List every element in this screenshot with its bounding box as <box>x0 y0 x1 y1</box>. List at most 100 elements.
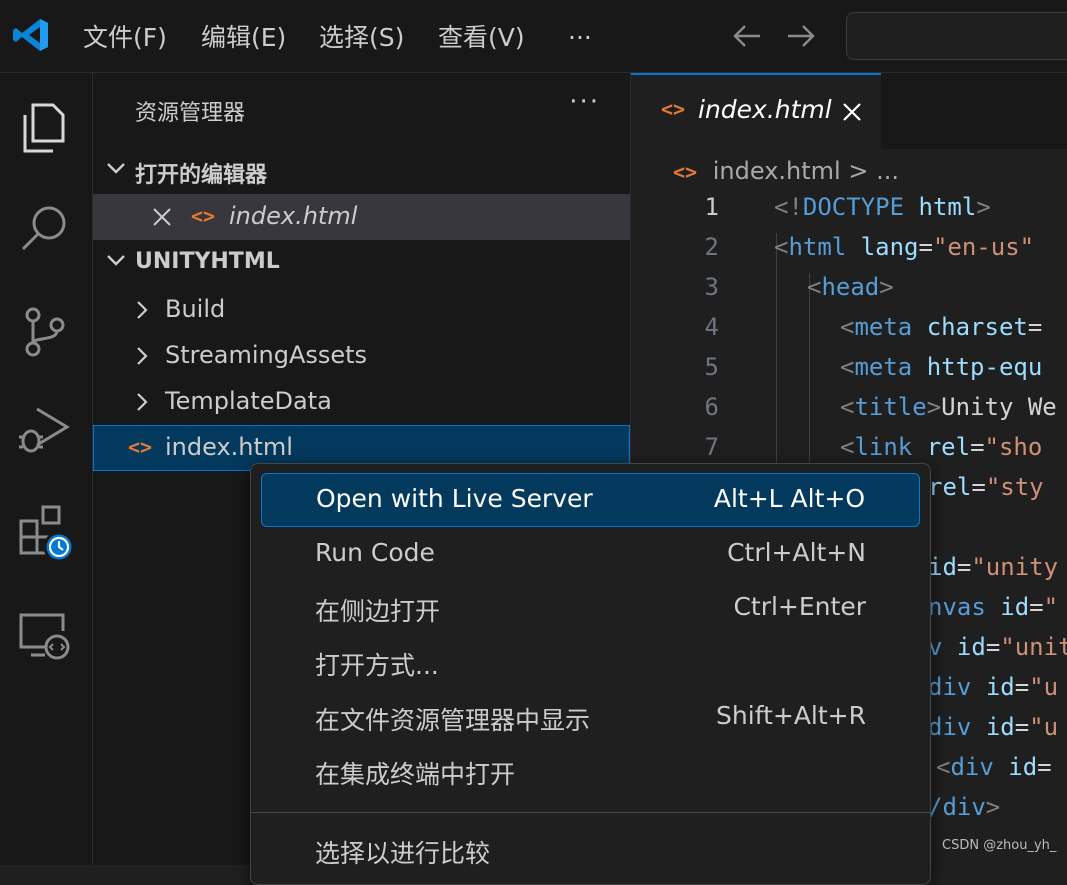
code-token: "sty <box>985 473 1044 501</box>
code-token: < <box>840 433 855 461</box>
code-line: nvas id=" <box>928 593 1058 621</box>
tree-item-templatedata[interactable]: TemplateData <box>93 379 630 425</box>
code-token: < <box>774 233 789 261</box>
tab-bar: <> index.html <box>631 73 1067 149</box>
menu-item-label: Run Code <box>315 538 435 567</box>
menu-item-shortcut: Ctrl+Enter <box>733 592 866 621</box>
workspace-header[interactable]: UNITYHTML <box>93 241 630 285</box>
tree-item-build[interactable]: Build <box>93 287 630 333</box>
code-token: div <box>928 673 972 701</box>
context-menu-item[interactable]: 在侧边打开 Ctrl+Enter <box>261 582 920 636</box>
code-token: > <box>976 193 991 221</box>
code-token: < <box>936 753 951 781</box>
breadcrumb-file[interactable]: index.html <box>713 157 841 185</box>
code-token: = <box>1027 313 1043 341</box>
arrow-right-icon[interactable] <box>786 24 816 48</box>
context-menu-item[interactable]: Run Code Ctrl+Alt+N <box>261 528 920 582</box>
code-line: <html lang="en-us" <box>774 233 1034 261</box>
chevron-down-icon <box>107 163 125 174</box>
activity-run-debug[interactable] <box>0 385 92 465</box>
line-number: 6 <box>704 393 719 421</box>
code-line: <head> <box>807 273 894 301</box>
code-token: = <box>971 473 986 501</box>
code-token: "unity <box>971 553 1059 581</box>
code-token: html <box>788 233 847 261</box>
context-menu-item[interactable]: 选择以进行比较 <box>261 824 920 878</box>
activity-source-control[interactable] <box>0 285 92 365</box>
tree-item-label: StreamingAssets <box>165 341 368 369</box>
context-menu-item[interactable]: 在集成终端中打开 <box>261 745 920 799</box>
code-token: div <box>928 713 972 741</box>
code-token: Unity We <box>941 393 1057 421</box>
menu-edit[interactable]: 编辑(E) <box>201 20 286 56</box>
tree-item-streamingassets[interactable]: StreamingAssets <box>93 333 630 379</box>
code-token: = <box>956 553 972 581</box>
close-icon[interactable] <box>841 101 863 123</box>
code-token: = <box>1014 673 1030 701</box>
code-token: > <box>985 793 1001 821</box>
html-file-icon: <> <box>673 160 698 184</box>
code-token: = <box>918 233 933 261</box>
line-number: 7 <box>704 433 719 461</box>
tab-label: index.html <box>698 95 832 124</box>
menu-file[interactable]: 文件(F) <box>83 20 167 56</box>
code-token: meta <box>854 353 913 381</box>
extensions-icon <box>19 505 75 563</box>
menu-more-icon[interactable]: ··· <box>568 20 592 56</box>
breadcrumb: <> index.html > ... <box>673 157 899 185</box>
indent-guide <box>809 273 810 473</box>
tree-item-label: TemplateData <box>165 387 332 415</box>
code-line: <link rel="sho <box>840 433 1042 461</box>
code-token: < <box>807 273 822 301</box>
watermark: CSDN @zhou_yh_ <box>942 838 1057 853</box>
code-token: nvas <box>928 593 986 621</box>
open-editor-label: index.html <box>229 202 358 230</box>
context-menu-item[interactable]: 打开方式... <box>261 636 920 690</box>
code-token: > <box>926 393 942 421</box>
line-number: 3 <box>704 273 719 301</box>
activity-explorer[interactable] <box>0 81 92 161</box>
code-token: http-equ <box>926 353 1043 381</box>
sidebar-title: 资源管理器 <box>135 101 246 126</box>
context-menu: Open with Live Server Alt+L Alt+O Run Code… <box>250 463 931 885</box>
sidebar-more-icon[interactable]: ··· <box>569 87 600 117</box>
activity-remote-explorer[interactable] <box>0 589 92 669</box>
code-token: "en-us" <box>932 233 1035 261</box>
menu-view[interactable]: 查看(V) <box>438 20 525 56</box>
code-line: v id="unit <box>928 633 1067 661</box>
code-token: id <box>956 633 986 661</box>
context-menu-item[interactable]: 在文件资源管理器中显示 Shift+Alt+R <box>261 691 920 745</box>
open-editor-item[interactable]: <> index.html <box>93 194 630 240</box>
code-token: meta <box>854 313 913 341</box>
chevron-right-icon <box>137 347 148 365</box>
code-line: div id="u <box>928 713 1058 741</box>
line-number: 5 <box>704 353 719 381</box>
menu-selection[interactable]: 选择(S) <box>319 20 404 56</box>
command-center[interactable] <box>846 12 1067 60</box>
code-token: "u <box>1029 673 1059 701</box>
context-menu-item[interactable]: Open with Live Server Alt+L Alt+O <box>261 473 920 527</box>
line-number: 2 <box>704 233 719 261</box>
tree-item-label: Build <box>165 295 226 323</box>
breadcrumb-more[interactable]: ... <box>876 157 899 185</box>
html-file-icon: <> <box>191 204 216 228</box>
code-token: id <box>1008 753 1038 781</box>
menu-item-label: 打开方式... <box>315 651 439 680</box>
arrow-left-icon[interactable] <box>732 24 762 48</box>
tab-index-html[interactable]: <> index.html <box>631 73 881 149</box>
code-token: html <box>918 193 977 221</box>
code-line: <div id= <box>936 753 1052 781</box>
open-editors-header[interactable]: 打开的编辑器 <box>93 149 630 193</box>
code-token: = <box>985 633 1001 661</box>
close-icon[interactable] <box>151 206 173 228</box>
activity-extensions[interactable] <box>0 487 92 567</box>
code-line: <!DOCTYPE html> <box>774 193 991 221</box>
open-editors-label: 打开的编辑器 <box>135 163 268 188</box>
code-token: rel <box>928 473 972 501</box>
activity-search[interactable] <box>0 183 92 263</box>
